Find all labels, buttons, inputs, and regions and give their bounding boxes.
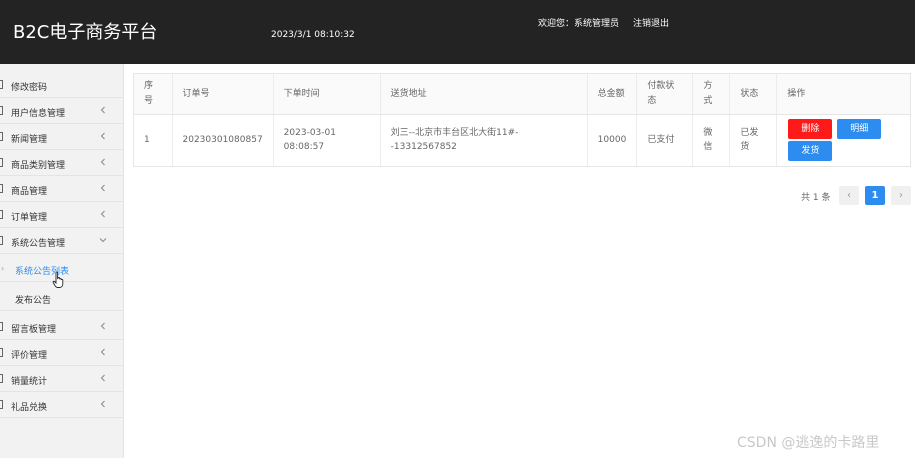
sidebar-item-label: 礼品兑换	[11, 403, 48, 413]
prev-page-button[interactable]: ‹	[839, 186, 859, 205]
sidebar-item-message-board[interactable]: 留言板管理	[0, 314, 124, 340]
menu-icon	[0, 106, 3, 115]
menu-icon	[0, 322, 3, 331]
cell-order-no: 20230301080857	[172, 114, 274, 166]
col-index-header: 序号	[134, 74, 173, 115]
chevron-left-icon	[100, 400, 105, 408]
sidebar-item-label: 修改密码	[11, 83, 48, 93]
sidebar-item-product-management[interactable]: 商品管理	[0, 176, 124, 202]
col-pay-status-header: 付款状态	[636, 74, 694, 115]
sidebar-item-label: 用户信息管理	[11, 109, 66, 119]
cell-status: 已发货	[729, 114, 778, 166]
order-table: 序号 订单号 下单时间 送货地址 总金额 付款状态 方式 状态 操作 1 202…	[134, 74, 910, 166]
cell-pay-status: 已支付	[636, 114, 694, 166]
menu-icon	[0, 184, 3, 193]
col-status-header: 状态	[729, 74, 778, 115]
chevron-down-icon	[99, 238, 107, 243]
sidebar-item-label: 商品管理	[11, 187, 48, 197]
sidebar-item-sales-statistics[interactable]: 销量统计	[0, 366, 124, 392]
sidebar-item-user-management[interactable]: 用户信息管理	[0, 98, 124, 124]
detail-button[interactable]: 明细	[837, 119, 882, 140]
chevron-right-icon: ›	[1, 264, 5, 273]
pagination-total: 共 1 条	[801, 193, 831, 203]
chevron-left-icon	[100, 374, 105, 382]
table-header-row: 序号 订单号 下单时间 送货地址 总金额 付款状态 方式 状态 操作	[134, 74, 910, 115]
cell-address: 刘三--北京市丰台区北大街11#--13312567852	[380, 114, 588, 166]
sidebar-item-order-management[interactable]: 订单管理	[0, 202, 124, 228]
delete-button[interactable]: 删除	[788, 119, 833, 140]
menu-icon	[0, 132, 3, 141]
col-address-header: 送货地址	[380, 74, 588, 115]
sidebar-item-label: 订单管理	[11, 213, 48, 223]
col-method-header: 方式	[692, 74, 731, 115]
menu-icon	[0, 210, 3, 219]
app-title: B2C电子商务平台	[13, 22, 158, 43]
menu-icon	[0, 80, 3, 89]
order-table-container: 序号 订单号 下单时间 送货地址 总金额 付款状态 方式 状态 操作 1 202…	[133, 73, 911, 167]
menu-icon	[0, 158, 3, 167]
sidebar-menu: 修改密码 用户信息管理 新闻管理 商品类别管理 商品管理 订单管理 系统公告管理…	[0, 64, 124, 458]
sidebar-item-label: 商品类别管理	[11, 161, 66, 171]
chevron-left-icon	[100, 322, 105, 330]
col-order-no-header: 订单号	[172, 74, 274, 115]
page-1-button[interactable]: 1	[865, 186, 885, 205]
sidebar-item-announcement-management[interactable]: 系统公告管理	[0, 228, 124, 254]
col-amount-header: 总金额	[587, 74, 638, 115]
sidebar-item-label: 系统公告管理	[11, 239, 66, 249]
sidebar-item-news-management[interactable]: 新闻管理	[0, 124, 124, 150]
current-datetime: 2023/3/1 08:10:32	[271, 30, 355, 40]
cell-index: 1	[134, 114, 173, 166]
sidebar-item-label: 发布公告	[15, 296, 52, 306]
chevron-left-icon	[100, 132, 105, 140]
menu-icon	[0, 348, 3, 357]
cell-method: 微信	[692, 114, 731, 166]
table-row: 1 20230301080857 2023-03-01 08:08:57 刘三-…	[134, 114, 910, 166]
welcome-text: 欢迎您：系统管理员	[538, 19, 620, 29]
col-actions-header: 操作	[776, 74, 910, 115]
col-order-time-header: 下单时间	[273, 74, 381, 115]
watermark: CSDN @逃逸的卡路里	[737, 435, 880, 451]
cell-order-time: 2023-03-01 08:08:57	[273, 114, 381, 166]
sidebar-item-category-management[interactable]: 商品类别管理	[0, 150, 124, 176]
chevron-left-icon	[100, 184, 105, 192]
sidebar-item-gift-exchange[interactable]: 礼品兑换	[0, 392, 124, 418]
sidebar-item-label: 新闻管理	[11, 135, 48, 145]
sidebar-item-review-management[interactable]: 评价管理	[0, 340, 124, 366]
sidebar-item-label: 留言板管理	[11, 325, 57, 335]
menu-icon	[0, 236, 3, 245]
chevron-left-icon	[100, 348, 105, 356]
cell-actions: 删除 明细 发货	[777, 114, 910, 166]
menu-icon	[0, 374, 3, 383]
sidebar-item-change-password[interactable]: 修改密码	[0, 72, 124, 98]
chevron-left-icon	[100, 210, 105, 218]
hand-cursor-icon	[52, 271, 64, 288]
menu-icon	[0, 400, 3, 409]
chevron-left-icon	[100, 106, 105, 114]
next-page-button[interactable]: ›	[891, 186, 911, 205]
top-header-bar: B2C电子商务平台 2023/3/1 08:10:32 欢迎您：系统管理员 注销…	[0, 0, 915, 64]
chevron-left-icon	[100, 158, 105, 166]
cell-amount: 10000	[587, 114, 638, 166]
ship-button[interactable]: 发货	[788, 141, 833, 162]
sidebar-item-label: 销量统计	[11, 377, 48, 387]
logout-link[interactable]: 注销退出	[633, 16, 669, 29]
sidebar-item-label: 评价管理	[11, 351, 48, 361]
